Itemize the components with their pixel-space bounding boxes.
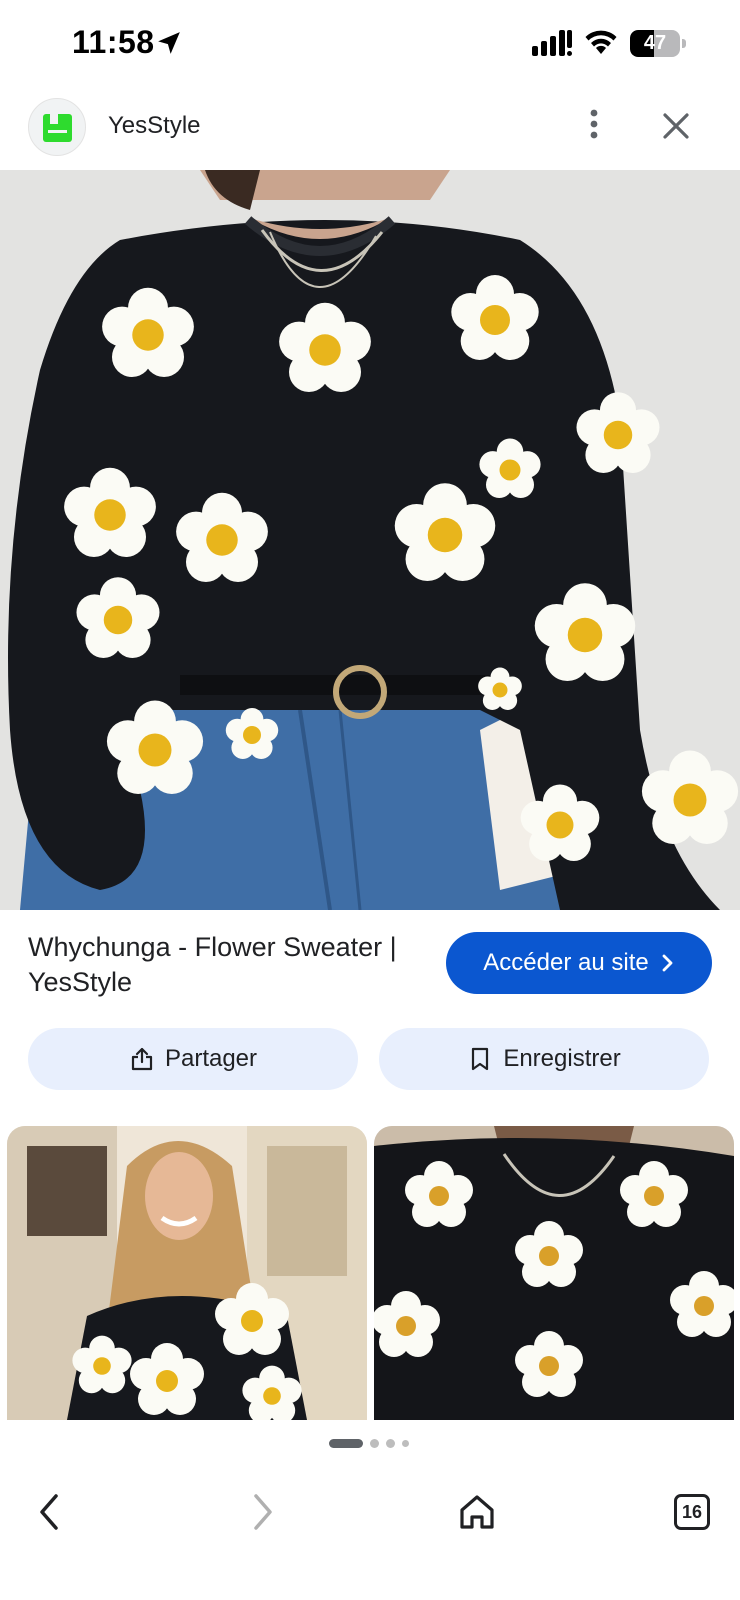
bookmark-icon — [472, 1047, 489, 1071]
location-arrow-icon — [158, 32, 180, 54]
page-dot-active — [329, 1439, 363, 1448]
status-bar: 11:58 47 — [0, 0, 740, 86]
forward-button[interactable] — [232, 1482, 292, 1542]
yesstyle-logo[interactable] — [28, 98, 86, 156]
more-vertical-icon[interactable] — [576, 104, 612, 144]
close-icon[interactable] — [656, 106, 696, 146]
save-button[interactable]: Enregistrer — [379, 1028, 709, 1090]
share-button[interactable]: Partager — [28, 1028, 358, 1090]
page-dot — [402, 1440, 409, 1447]
wifi-icon — [585, 30, 617, 54]
visit-site-label: Accéder au site — [483, 949, 649, 976]
visit-site-button[interactable]: Accéder au site — [446, 932, 712, 994]
tabs-icon: 16 — [674, 1494, 710, 1530]
tab-count: 16 — [681, 1502, 703, 1522]
tabs-button[interactable]: 16 — [662, 1482, 722, 1542]
share-icon — [131, 1047, 153, 1071]
forward-icon — [254, 1494, 272, 1530]
battery-icon: 47 — [630, 30, 686, 57]
share-label: Partager — [164, 1045, 258, 1072]
browser-header: YesStyle — [0, 86, 740, 170]
status-time: 11:58 — [72, 24, 155, 60]
back-button[interactable] — [20, 1482, 80, 1542]
home-button[interactable] — [447, 1482, 507, 1542]
save-label: Enregistrer — [503, 1045, 621, 1072]
related-image[interactable] — [374, 1126, 734, 1420]
cellular-signal-icon — [532, 30, 572, 56]
page-dot — [386, 1439, 395, 1448]
page-dot — [370, 1439, 379, 1448]
product-title[interactable]: Whychunga - Flower Sweater | YesStyle — [28, 930, 428, 1000]
bottom-navigation: 16 — [0, 1462, 740, 1600]
site-name: YesStyle — [108, 112, 201, 139]
battery-percent: 47 — [643, 32, 667, 54]
chevron-right-icon — [662, 954, 673, 972]
page-indicator — [0, 1436, 740, 1450]
home-icon — [460, 1495, 494, 1529]
related-image[interactable] — [7, 1126, 367, 1420]
back-icon — [40, 1494, 58, 1530]
product-image[interactable] — [0, 170, 740, 910]
